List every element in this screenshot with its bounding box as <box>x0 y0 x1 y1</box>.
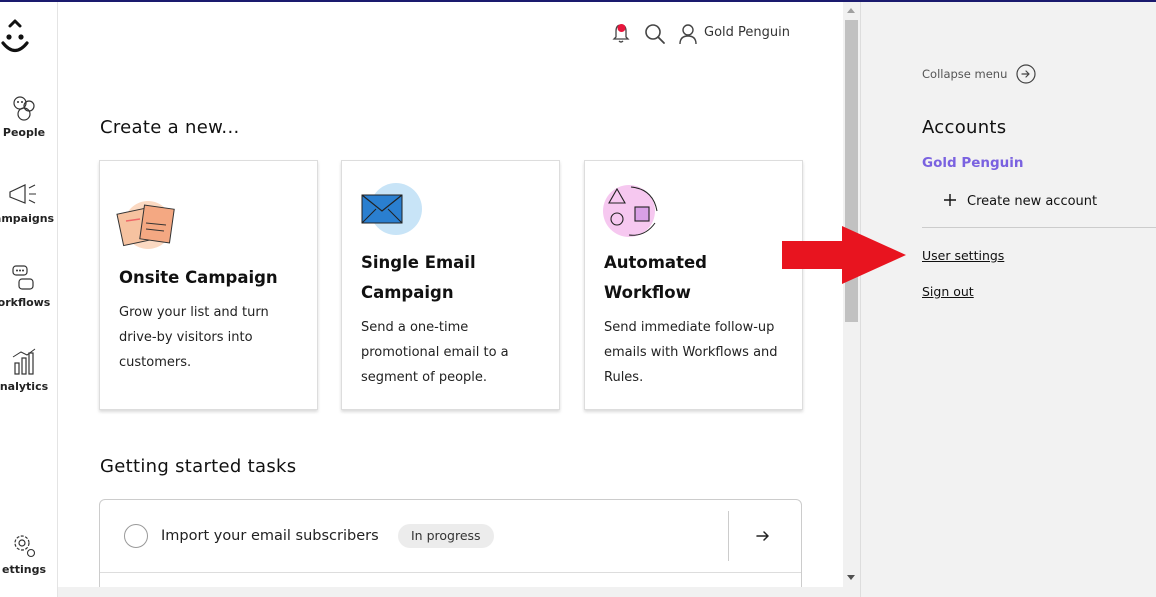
card-title: Automated <box>604 253 707 272</box>
nav-label-campaigns: ampaigns <box>0 212 55 225</box>
panel-divider <box>922 227 1156 228</box>
logo-icon[interactable] <box>0 18 40 60</box>
main-content: Gold Penguin Create a new... Onsite Camp… <box>58 2 843 597</box>
account-panel: Collapse menu Accounts Gold Penguin Crea… <box>860 2 1156 597</box>
user-icon[interactable] <box>678 23 698 45</box>
onsite-campaign-icon <box>116 201 175 249</box>
scroll-down-arrow[interactable] <box>847 575 855 580</box>
card-title: Single Email <box>361 253 476 272</box>
card-desc-line: customers. <box>119 355 192 370</box>
workflow-shapes-icon <box>603 185 658 237</box>
account-name[interactable]: Gold Penguin <box>922 155 1024 171</box>
create-account-link[interactable]: Create new account <box>967 194 1097 209</box>
card-title: Campaign <box>361 283 454 302</box>
megaphone-icon <box>9 184 36 204</box>
card-title: Onsite Campaign <box>119 268 278 287</box>
nav-label-analytics: nalytics <box>0 380 49 393</box>
notification-dot <box>617 24 626 32</box>
create-heading: Create a new... <box>100 117 240 138</box>
vertical-scrollbar[interactable] <box>843 2 860 597</box>
plus-icon[interactable] <box>944 194 956 206</box>
nav-label-settings: ettings <box>2 563 46 576</box>
task-divider <box>728 511 729 561</box>
task-label: Import your email subscribers <box>161 528 379 544</box>
card-automated-workflow[interactable]: Automated Workflow Send immediate follow… <box>584 160 803 410</box>
sign-out-link[interactable]: Sign out <box>922 284 974 299</box>
card-onsite-campaign[interactable]: Onsite Campaign Grow your list and turn … <box>99 160 318 410</box>
search-icon[interactable] <box>644 23 666 45</box>
card-desc-line: segment of people. <box>361 370 488 385</box>
accounts-title: Accounts <box>922 117 1007 138</box>
card-desc-line: Rules. <box>604 370 644 385</box>
tasks-list: Import your email subscribers In progres… <box>99 499 802 597</box>
workflows-icon <box>12 265 34 290</box>
card-title: Workflow <box>604 283 691 302</box>
nav-item-workflows[interactable]: orkflows <box>0 263 56 309</box>
collapse-menu-label[interactable]: Collapse menu <box>922 67 1007 81</box>
scroll-up-arrow[interactable] <box>847 8 855 13</box>
analytics-icon <box>12 348 36 375</box>
tasks-heading: Getting started tasks <box>100 456 297 477</box>
user-name[interactable]: Gold Penguin <box>704 25 790 40</box>
card-desc-line: drive-by visitors into <box>119 330 253 345</box>
card-desc-line: Grow your list and turn <box>119 305 269 320</box>
nav-label-workflows: orkflows <box>0 296 51 309</box>
arrow-right-icon[interactable] <box>755 528 771 544</box>
nav-item-campaigns[interactable]: ampaigns <box>0 179 56 225</box>
card-desc-line: promotional email to a <box>361 345 509 360</box>
red-arrow-annotation <box>782 226 906 284</box>
horizontal-scrollbar[interactable] <box>58 587 843 597</box>
card-single-email[interactable]: Single Email Campaign Send a one-time pr… <box>341 160 560 410</box>
nav-label-people: People <box>2 126 46 139</box>
nav-item-analytics[interactable]: nalytics <box>0 347 56 393</box>
status-badge: In progress <box>398 524 494 548</box>
people-icon <box>13 96 35 121</box>
collapse-arrow-icon[interactable] <box>1016 64 1036 84</box>
card-desc-line: emails with Workflows and <box>604 345 778 360</box>
card-desc-line: Send immediate follow-up <box>604 320 775 335</box>
user-settings-link[interactable]: User settings <box>922 248 1004 263</box>
left-sidebar: People ampaigns orkflows nalytics et <box>0 2 58 597</box>
task-row[interactable]: Import your email subscribers In progres… <box>100 500 801 573</box>
nav-item-settings[interactable]: ettings <box>0 530 56 576</box>
email-envelope-icon <box>361 183 422 235</box>
bell-icon[interactable] <box>611 22 631 44</box>
nav-item-people[interactable]: People <box>0 93 56 139</box>
task-status-circle[interactable] <box>124 524 148 548</box>
settings-icon <box>14 535 36 558</box>
card-desc-line: Send a one-time <box>361 320 469 335</box>
